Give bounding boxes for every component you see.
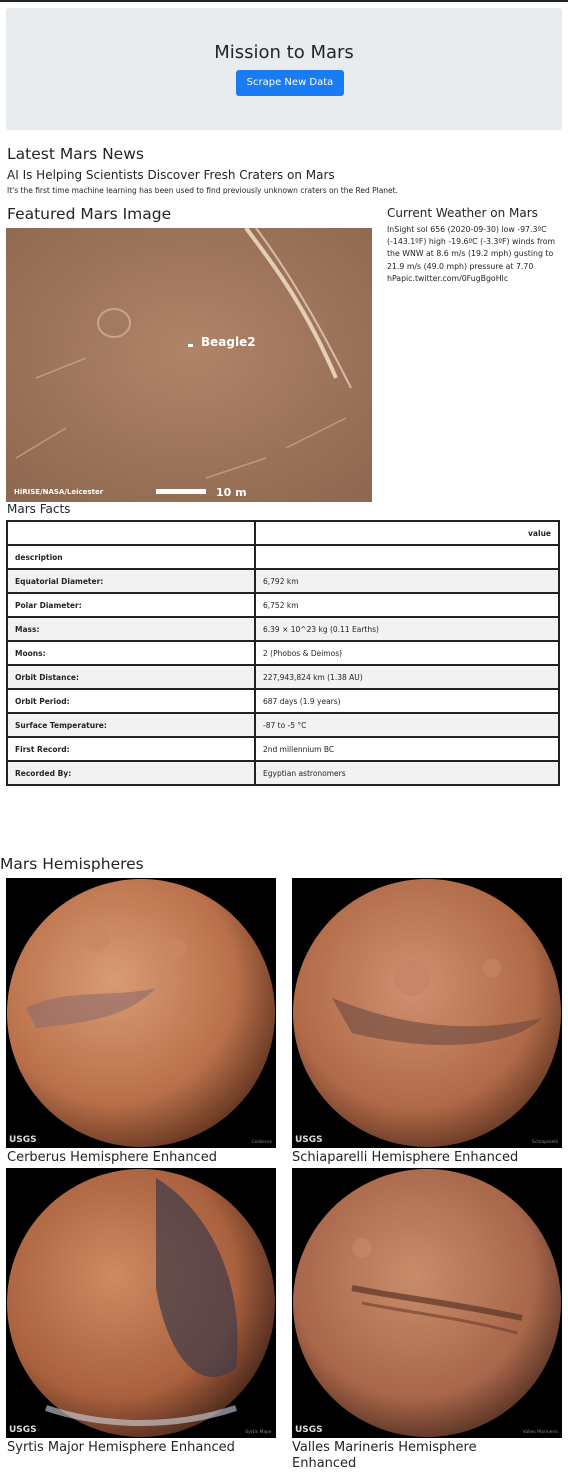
hemisphere-caption: Schiaparelli	[531, 1140, 558, 1145]
facts-section-title: Mars Facts	[7, 502, 71, 516]
news-section-title: Latest Mars News	[7, 145, 144, 163]
weather-section-title: Current Weather on Mars	[387, 206, 538, 220]
scrape-new-data-button[interactable]: Scrape New Data	[236, 70, 344, 96]
hemisphere-title-cerberus[interactable]: Cerberus Hemisphere Enhanced	[7, 1150, 267, 1166]
table-index-blank	[254, 544, 560, 570]
fact-value: 227,943,824 km (1.38 AU)	[254, 664, 560, 690]
image-credit: HiRISE/NASA/Leicester	[14, 488, 104, 496]
fact-label: First Record:	[6, 736, 256, 762]
fact-label: Orbit Distance:	[6, 664, 256, 690]
fact-value: 2 (Phobos & Deimos)	[254, 640, 560, 666]
mars-facts-table: value description Equatorial Diameter: 6,…	[6, 520, 560, 786]
fact-label: Orbit Period:	[6, 688, 256, 714]
table-row: Moons: 2 (Phobos & Deimos)	[6, 640, 560, 666]
hemispheres-section-title: Mars Hemispheres	[0, 855, 144, 873]
hemisphere-image-cerberus[interactable]: USGS Cerberus	[6, 878, 276, 1148]
featured-section-title: Featured Mars Image	[7, 205, 172, 223]
fact-label: Mass:	[6, 616, 256, 642]
hemisphere-caption: Valles Marineris	[522, 1430, 558, 1435]
hemisphere-caption: Cerberus	[251, 1140, 272, 1145]
page-title: Mission to Mars	[214, 42, 354, 63]
table-row: Mass: 6.39 × 10^23 kg (0.11 Earths)	[6, 616, 560, 642]
hemisphere-title-valles-marineris[interactable]: Valles Marineris Hemisphere Enhanced	[292, 1440, 532, 1472]
fact-label: Moons:	[6, 640, 256, 666]
usgs-logo: USGS	[9, 1425, 37, 1435]
news-teaser: It's the first time machine learning has…	[7, 186, 398, 195]
fact-value: 6.39 × 10^23 kg (0.11 Earths)	[254, 616, 560, 642]
usgs-logo: USGS	[295, 1135, 323, 1145]
hemisphere-caption: Syrtis Major	[245, 1430, 272, 1435]
fact-value: 6,792 km	[254, 568, 560, 594]
table-row: Equatorial Diameter: 6,792 km	[6, 568, 560, 594]
table-row: Orbit Period: 687 days (1.9 years)	[6, 688, 560, 714]
scale-label: 10 m	[216, 486, 247, 499]
fact-label: Recorded By:	[6, 760, 256, 786]
table-header-blank	[6, 520, 256, 546]
featured-image[interactable]: Beagle2 HiRISE/NASA/Leicester 10 m	[6, 228, 372, 502]
beagle2-label: Beagle2	[201, 335, 256, 349]
fact-label: Surface Temperature:	[6, 712, 256, 738]
weather-text: InSight sol 656 (2020-09-30) low -97.3ºC…	[387, 225, 556, 283]
fact-value: 6,752 km	[254, 592, 560, 618]
fact-label: Equatorial Diameter:	[6, 568, 256, 594]
hemisphere-title-schiaparelli[interactable]: Schiaparelli Hemisphere Enhanced	[292, 1150, 552, 1166]
table-header-row: value	[6, 520, 560, 546]
table-index-label: description	[6, 544, 256, 570]
hemisphere-title-syrtis-major[interactable]: Syrtis Major Hemisphere Enhanced	[7, 1440, 267, 1456]
table-row: Orbit Distance: 227,943,824 km (1.38 AU)	[6, 664, 560, 690]
table-index-row: description	[6, 544, 560, 570]
news-headline: AI Is Helping Scientists Discover Fresh …	[7, 168, 335, 182]
fact-value: 2nd millennium BC	[254, 736, 560, 762]
usgs-logo: USGS	[295, 1425, 323, 1435]
table-row: Polar Diameter: 6,752 km	[6, 592, 560, 618]
hemisphere-image-schiaparelli[interactable]: USGS Schiaparelli	[292, 878, 562, 1148]
fact-label: Polar Diameter:	[6, 592, 256, 618]
fact-value: -87 to -5 °C	[254, 712, 560, 738]
usgs-logo: USGS	[9, 1135, 37, 1145]
hemisphere-image-syrtis-major[interactable]: USGS Syrtis Major	[6, 1168, 276, 1438]
jumbotron: Mission to Mars Scrape New Data	[6, 8, 562, 130]
table-header-value: value	[254, 520, 560, 546]
table-row: First Record: 2nd millennium BC	[6, 736, 560, 762]
table-row: Surface Temperature: -87 to -5 °C	[6, 712, 560, 738]
fact-value: Egyptian astronomers	[254, 760, 560, 786]
table-row: Recorded By: Egyptian astronomers	[6, 760, 560, 786]
fact-value: 687 days (1.9 years)	[254, 688, 560, 714]
hemisphere-image-valles-marineris[interactable]: USGS Valles Marineris	[292, 1168, 562, 1438]
